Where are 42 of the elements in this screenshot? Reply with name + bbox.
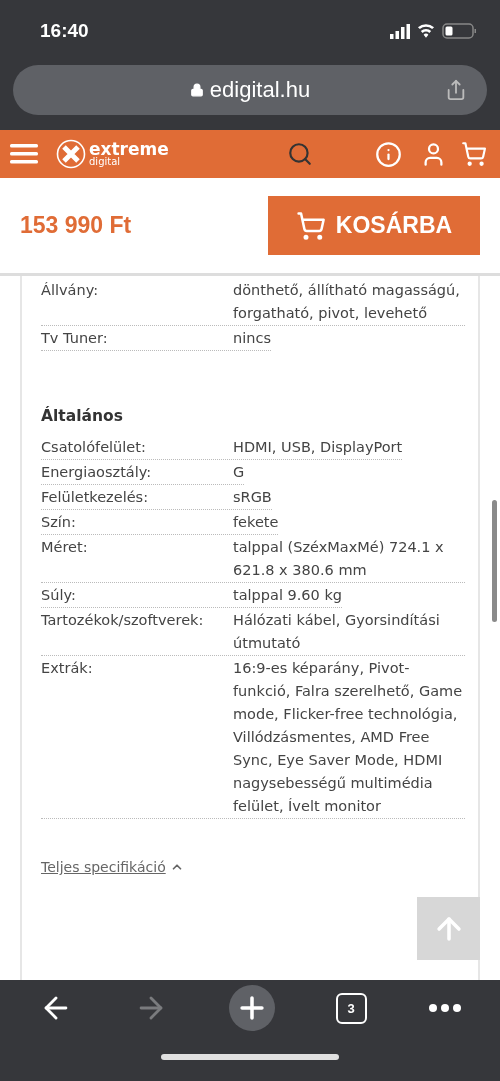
menu-icon[interactable] — [10, 143, 38, 165]
full-spec-link[interactable]: Teljes specifikáció — [41, 859, 184, 875]
spec-value: sRGB — [233, 488, 272, 507]
more-icon[interactable] — [427, 1003, 462, 1013]
spec-value: fekete — [233, 513, 279, 532]
battery-icon — [442, 23, 476, 39]
spec-label: Tv Tuner: — [41, 329, 109, 348]
lock-icon — [189, 83, 204, 97]
spec-value: 16:9-es képarány, Pivot-funkció, Falra szerelhető, Game mode, Flicker-free technológia, Villódzásmentes, AMD Free Sync, Eye Saver Mode, HDMI nagysebességű multimédia felület, Ívelt monitor — [233, 659, 464, 816]
spec-label: Szín: — [41, 513, 77, 532]
spec-label: Csatolófelület: — [41, 438, 147, 457]
info-icon[interactable] — [374, 140, 402, 168]
clock: 16:40 — [40, 20, 89, 42]
spec-label: Felületkezelés: — [41, 488, 150, 507]
price: 153 990 Ft — [20, 212, 132, 239]
logo-text: extreme — [89, 141, 169, 157]
new-tab-button[interactable] — [228, 985, 275, 1031]
logo-icon[interactable] — [56, 139, 86, 169]
spec-label: Súly: — [41, 586, 77, 605]
spec-value: talppal 9.60 kg — [233, 586, 343, 605]
spec-label: Energiaosztály: — [41, 463, 153, 482]
search-icon[interactable] — [286, 141, 313, 167]
spec-value: HDMI, USB, DisplayPort — [233, 438, 403, 457]
spec-value: G — [233, 463, 245, 482]
cart-icon[interactable] — [460, 141, 487, 167]
address-bar[interactable]: edigital.hu — [13, 65, 487, 115]
scrollbar[interactable] — [492, 500, 497, 622]
share-icon[interactable] — [445, 79, 467, 101]
add-to-cart-button[interactable]: KOSÁRBA — [268, 196, 480, 255]
logo-subtext: digital — [89, 157, 122, 167]
url-text: edigital.hu — [209, 77, 311, 103]
spec-label: Méret: — [41, 538, 89, 557]
spec-value: nincs — [233, 329, 271, 348]
cart-icon — [295, 210, 326, 241]
spec-label: Extrák: — [41, 659, 94, 678]
wifi-icon — [417, 24, 435, 38]
signal-icon — [390, 23, 410, 39]
spec-label: Tartozékok/szoftverek: — [41, 611, 205, 630]
tabs-button[interactable]: 3 — [335, 992, 367, 1024]
section-heading: Általános — [41, 407, 124, 425]
spec-label: Állvány: — [41, 281, 100, 300]
spec-value: Hálózati kábel, Gyorsindítási útmutató — [233, 611, 441, 653]
